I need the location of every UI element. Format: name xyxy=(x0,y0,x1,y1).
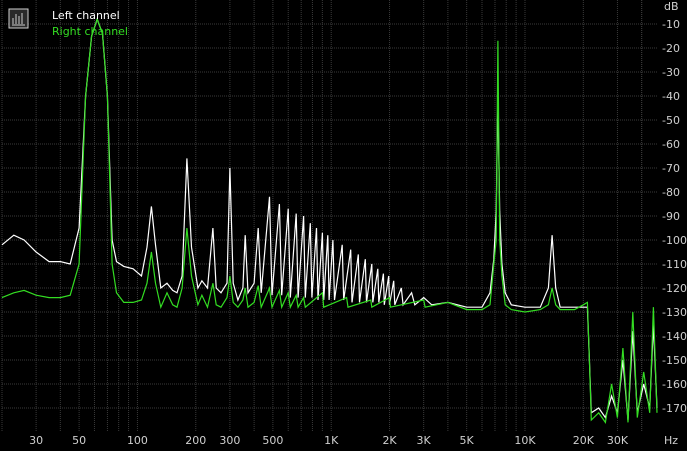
x-tick-label: 100 xyxy=(127,434,148,447)
y-tick-label: -140 xyxy=(662,330,687,343)
x-tick-label: 20K xyxy=(573,434,595,447)
y-tick-label: -90 xyxy=(662,210,680,223)
y-tick-label: -150 xyxy=(662,354,687,367)
x-tick-label: 2K xyxy=(382,434,397,447)
y-tick-label: -30 xyxy=(662,66,680,79)
x-tick-label: 200 xyxy=(185,434,206,447)
x-tick-label: 5K xyxy=(460,434,475,447)
x-tick-label: 500 xyxy=(262,434,283,447)
y-axis-label: dB xyxy=(664,0,679,13)
y-tick-label: -100 xyxy=(662,234,687,247)
legend-entry-right: Right channel xyxy=(52,25,128,38)
y-tick-label: -110 xyxy=(662,258,687,271)
y-tick-label: -50 xyxy=(662,114,680,127)
x-tick-label: 30K xyxy=(607,434,629,447)
y-tick-label: -10 xyxy=(662,18,680,31)
y-tick-label: -160 xyxy=(662,378,687,391)
x-tick-label: 3K xyxy=(417,434,432,447)
x-tick-label: 30 xyxy=(29,434,43,447)
x-tick-label: 1K xyxy=(324,434,339,447)
spectrum-chart: -10 -20 -30 -40 -50 -60 -70 -80 -90 -100 -110 -120 -… xyxy=(0,0,687,451)
y-tick-label: -120 xyxy=(662,282,687,295)
chart-background xyxy=(0,0,687,451)
y-tick-label: -20 xyxy=(662,42,680,55)
x-axis-label: Hz xyxy=(664,434,678,447)
y-tick-label: -40 xyxy=(662,90,680,103)
y-tick-label: -70 xyxy=(662,162,680,175)
y-tick-label: -130 xyxy=(662,306,687,319)
y-tick-label: -80 xyxy=(662,186,680,199)
x-tick-label: 300 xyxy=(219,434,240,447)
y-tick-label: -170 xyxy=(662,402,687,415)
x-tick-label: 10K xyxy=(514,434,536,447)
x-tick-label: 50 xyxy=(72,434,86,447)
y-tick-label: -60 xyxy=(662,138,680,151)
legend-entry-left: Left channel xyxy=(52,9,120,22)
